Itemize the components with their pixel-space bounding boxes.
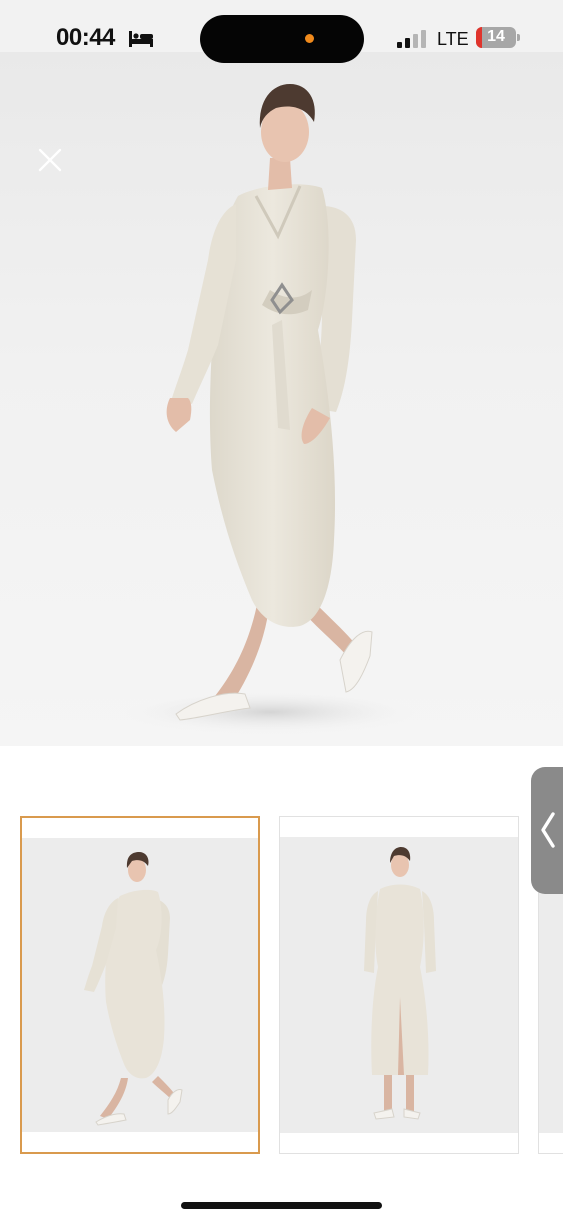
status-bar: 00:44 LTE 14 [0,0,563,63]
bed-icon [129,31,153,47]
cellular-signal-icon [397,30,426,48]
wrap-dress-walking-pose-photo [22,838,258,1132]
wrap-dress-front-pose-photo [280,837,518,1133]
dynamic-island [200,15,364,63]
chevron-left-icon [541,812,555,848]
main-product-image[interactable] [0,52,563,746]
home-indicator[interactable] [181,1202,382,1209]
model-wearing-white-wrap-dress-photo [120,84,420,734]
camera-in-use-indicator [305,34,314,43]
status-time: 00:44 [56,24,115,51]
network-type: LTE [437,29,469,49]
thumbnail-2[interactable] [279,816,519,1154]
battery-tip [517,34,520,41]
battery-indicator: 14 [476,27,516,48]
battery-level: 14 [487,28,505,45]
close-icon[interactable] [34,144,66,176]
thumbnail-1-selected[interactable] [20,816,260,1154]
side-panel-handle[interactable] [531,767,563,894]
